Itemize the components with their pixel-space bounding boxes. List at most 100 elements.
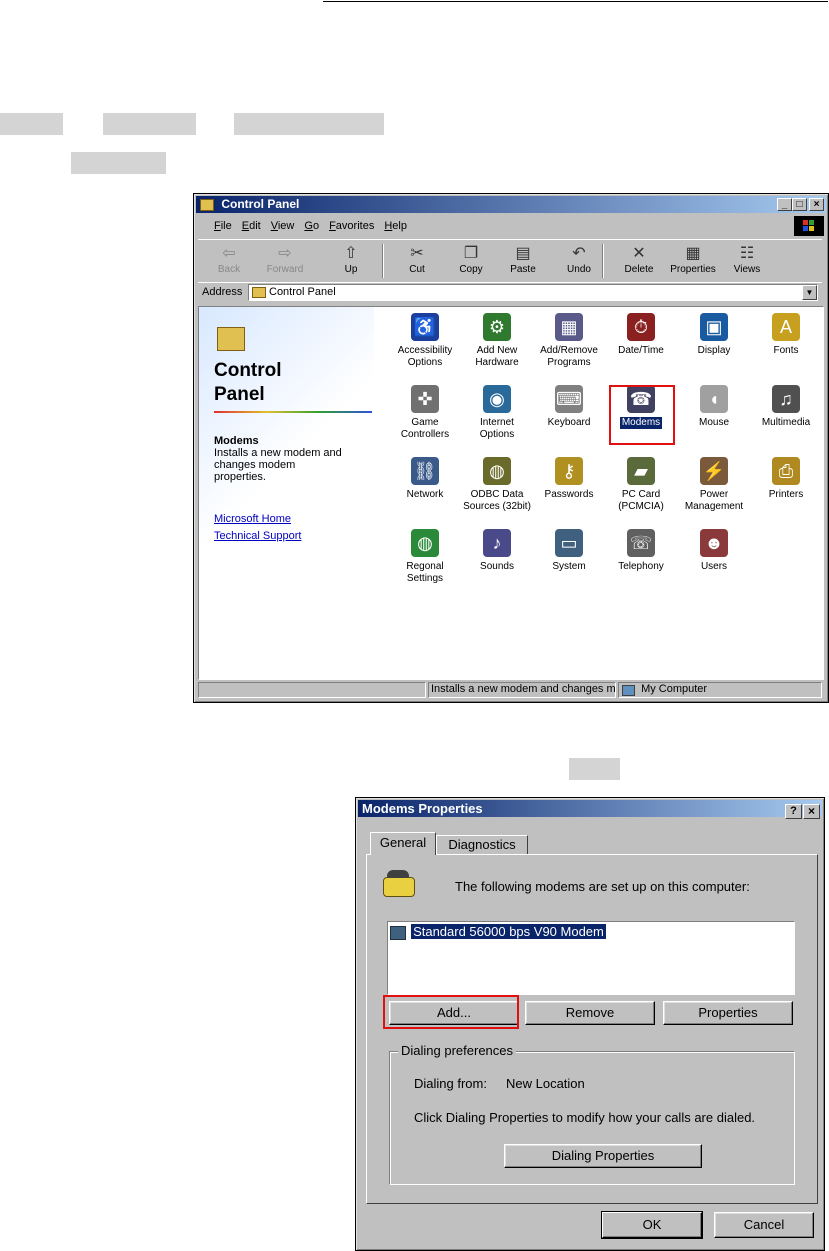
address-input[interactable]: Control Panel ▼ <box>248 284 818 301</box>
dialog-titlebar: Modems Properties <box>358 800 822 817</box>
control-panel-item[interactable]: ◖ Mouse <box>678 385 750 429</box>
toolbar-properties-button[interactable]: ▦ Properties <box>668 244 718 275</box>
multimedia-icon: ♫ <box>772 385 800 413</box>
icon-grid: ♿ Accessibility Options ⚙ Add New Hardware ▦… <box>389 307 819 679</box>
control-panel-item[interactable]: ◉ Internet Options <box>461 385 533 441</box>
item-label: Network <box>406 489 444 500</box>
toolbar-undo-button[interactable]: ↶ Undo <box>554 244 604 275</box>
folder-icon <box>200 198 214 211</box>
maximize-button[interactable]: □ <box>792 198 807 211</box>
item-label: System <box>552 561 586 572</box>
control-panel-item[interactable]: ▦ Add/Remove Programs <box>533 313 605 369</box>
toolbar-views-button[interactable]: ☷ Views <box>722 244 772 275</box>
heading-rule <box>214 411 372 413</box>
undo-icon: ↶ <box>572 245 586 262</box>
selected-item-name: Modems <box>214 435 259 447</box>
toolbar-label: Copy <box>459 264 483 275</box>
control-panel-item[interactable]: ⌨ Keyboard <box>533 385 605 429</box>
menu-file[interactable]: File <box>214 220 232 232</box>
users-icon: ☻ <box>700 529 728 557</box>
help-button[interactable]: ? <box>785 804 802 819</box>
item-label: Telephony <box>618 561 664 572</box>
scissors-icon: ✂ <box>410 245 424 262</box>
remove-button[interactable]: Remove <box>525 1001 655 1025</box>
item-label: Printers <box>768 489 804 500</box>
menu-edit[interactable]: Edit <box>242 220 261 232</box>
toolbar-back-button[interactable]: ⇦ Back <box>204 244 254 275</box>
odbc-icon: ◍ <box>483 457 511 485</box>
menu-help[interactable]: Help <box>384 220 407 232</box>
cancel-button[interactable]: Cancel <box>714 1212 814 1238</box>
back-arrow-icon: ⇦ <box>222 245 236 262</box>
control-panel-item[interactable]: ⏱ Date/Time <box>605 313 677 357</box>
toolbar-copy-button[interactable]: ❐ Copy <box>446 244 496 275</box>
properties-icon: ▦ <box>685 245 701 262</box>
modem-phone-icon <box>381 867 415 897</box>
control-panel-item[interactable]: ▰ PC Card (PCMCIA) <box>605 457 677 513</box>
toolbar-paste-button[interactable]: ▤ Paste <box>498 244 548 275</box>
dialing-from-value: New Location <box>506 1076 585 1091</box>
properties-button[interactable]: Properties <box>663 1001 793 1025</box>
printers-icon: ⎙ <box>772 457 800 485</box>
status-text-pane: Installs a new modem and changes mod <box>428 682 616 698</box>
tab-general[interactable]: General <box>370 832 436 855</box>
tab-diagnostics[interactable]: Diagnostics <box>436 835 528 854</box>
keyboard-icon: ⌨ <box>555 385 583 413</box>
item-label: PC Card (PCMCIA) <box>618 489 664 512</box>
control-panel-item[interactable]: ♫ Multimedia <box>750 385 822 429</box>
modem-list[interactable]: Standard 56000 bps V90 Modem <box>387 921 795 995</box>
control-panel-item[interactable]: ⚙ Add New Hardware <box>461 313 533 369</box>
control-panel-item[interactable]: ⚡ Power Management <box>678 457 750 513</box>
control-panel-item[interactable]: ⚷ Passwords <box>533 457 605 501</box>
control-panel-item[interactable]: ♪ Sounds <box>461 529 533 573</box>
menu-view[interactable]: View <box>271 220 295 232</box>
close-button[interactable]: × <box>803 804 820 819</box>
menu-go[interactable]: Go <box>304 220 319 232</box>
minimize-button[interactable]: _ <box>777 198 792 211</box>
control-panel-item[interactable]: ⎙ Printers <box>750 457 822 501</box>
close-button[interactable]: × <box>809 198 824 211</box>
toolbar-cut-button[interactable]: ✂ Cut <box>392 244 442 275</box>
control-panel-item[interactable]: ♿ Accessibility Options <box>389 313 461 369</box>
control-panel-item[interactable]: ▭ System <box>533 529 605 573</box>
item-label: Date/Time <box>618 345 664 356</box>
my-computer-icon <box>622 685 635 696</box>
ok-button[interactable]: OK <box>602 1212 702 1238</box>
dialing-properties-button[interactable]: Dialing Properties <box>504 1144 702 1168</box>
control-panel-item[interactable]: ⛓ Network <box>389 457 461 501</box>
control-panel-item[interactable]: ◍ ODBC Data Sources (32bit) <box>461 457 533 513</box>
control-panel-item[interactable]: ☏ Telephony <box>605 529 677 573</box>
up-folder-icon: ⇧ <box>344 245 358 262</box>
regional-globe-icon: ◍ <box>411 529 439 557</box>
highlight-bar <box>71 152 166 174</box>
item-label: Internet Options <box>479 417 515 440</box>
menu-bar: File Edit View Go Favorites Help <box>214 220 417 236</box>
control-panel-item[interactable]: ☻ Users <box>678 529 750 573</box>
toolbar-up-button[interactable]: ⇧ Up <box>326 244 376 275</box>
system-computer-icon: ▭ <box>555 529 583 557</box>
folder-icon <box>252 287 266 298</box>
control-panel-icon <box>217 327 245 351</box>
intro-text: The following modems are set up on this … <box>455 879 750 894</box>
toolbar-delete-button[interactable]: ✕ Delete <box>614 244 664 275</box>
microsoft-home-link[interactable]: Microsoft Home <box>214 513 291 525</box>
control-panel-item[interactable]: ◍ Regonal Settings <box>389 529 461 585</box>
top-rule <box>323 1 828 2</box>
mouse-icon: ◖ <box>700 385 728 413</box>
item-label: Display <box>697 345 731 356</box>
toolbar-forward-button[interactable]: ⇨ Forward <box>260 244 310 275</box>
display-icon: ▣ <box>700 313 728 341</box>
item-label: Mouse <box>698 417 729 428</box>
item-label: Regonal Settings <box>406 561 444 584</box>
address-dropdown-button[interactable]: ▼ <box>802 285 817 300</box>
fonts-icon: A <box>772 313 800 341</box>
control-panel-item[interactable]: A Fonts <box>750 313 822 357</box>
control-panel-item[interactable]: ✜ Game Controllers <box>389 385 461 441</box>
group-label: Dialing preferences <box>398 1043 517 1058</box>
menu-favorites[interactable]: Favorites <box>329 220 374 232</box>
list-item[interactable]: Standard 56000 bps V90 Modem <box>390 924 606 941</box>
control-panel-item[interactable]: ▣ Display <box>678 313 750 357</box>
window-title: Control Panel <box>221 197 300 211</box>
network-icon: ⛓ <box>411 457 439 485</box>
technical-support-link[interactable]: Technical Support <box>214 530 301 542</box>
